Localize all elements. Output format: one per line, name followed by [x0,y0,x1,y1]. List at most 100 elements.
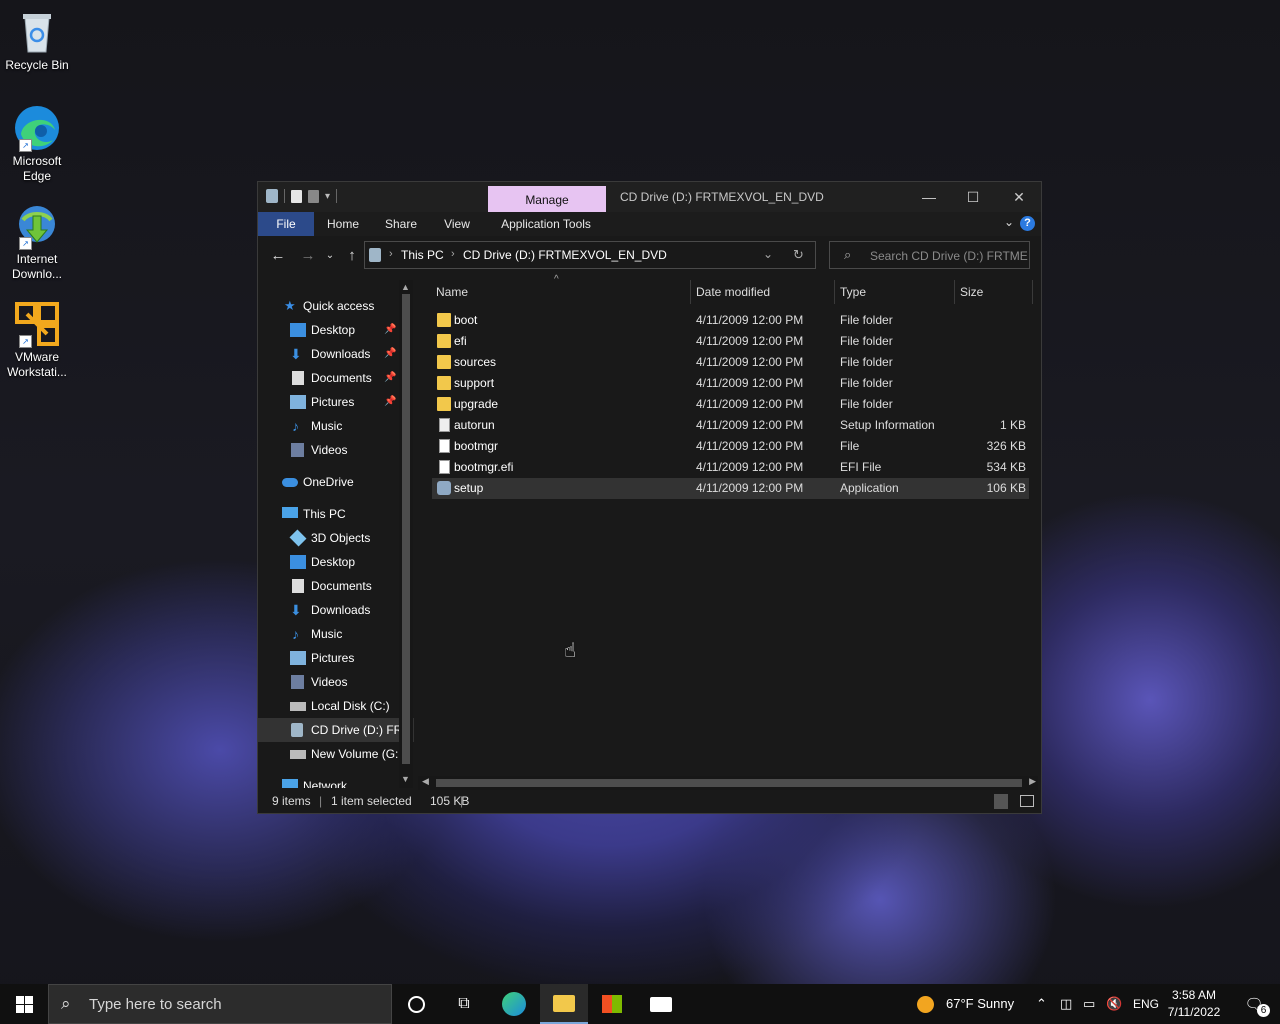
nav-network[interactable]: Network [258,774,414,788]
tab-share[interactable]: Share [376,212,426,236]
scroll-up-icon[interactable]: ▲ [401,282,410,292]
scroll-down-icon[interactable]: ▼ [401,774,410,784]
back-button[interactable]: ← [268,247,288,264]
file-row[interactable]: boot 4/11/2009 12:00 PM File folder [432,310,1029,331]
desktop-icon-vmware-workstation[interactable]: ↗ VMware Workstati... [4,300,70,380]
desktop-icon-internet-download-manager[interactable]: ↗ Internet Downlo... [4,202,70,282]
tab-file[interactable]: File [258,212,314,236]
scroll-right-icon[interactable]: ▶ [1029,776,1036,787]
edge-icon [502,992,526,1016]
file-row[interactable]: support 4/11/2009 12:00 PM File folder [432,373,1029,394]
nav-onedrive[interactable]: OneDrive [258,470,414,494]
nav-local-disk-c[interactable]: Local Disk (C:) [258,694,414,718]
column-header-name[interactable]: Name [436,280,468,304]
weather-text[interactable]: 67°F Sunny [946,984,1014,1024]
column-divider[interactable] [954,280,955,304]
large-icons-view-icon[interactable] [1020,795,1034,807]
cortana-button[interactable] [392,984,440,1024]
horizontal-scrollbar[interactable]: ◀ ▶ [418,776,1038,790]
clock[interactable]: 3:58 AM 7/11/2022 [1164,987,1224,1021]
breadcrumb-cd-drive[interactable]: CD Drive (D:) FRTMEXVOL_EN_DVD [463,248,667,262]
nav-quick-downloads[interactable]: ⬇ Downloads 📌 [258,342,414,366]
file-row[interactable]: sources 4/11/2009 12:00 PM File folder [432,352,1029,373]
network-icon[interactable]: ▭ [1083,984,1095,1024]
expand-ribbon-icon[interactable]: ⌄ [1004,215,1014,229]
address-bar[interactable]: › This PC › CD Drive (D:) FRTMEXVOL_EN_D… [364,241,816,269]
help-icon[interactable]: ? [1020,216,1035,231]
search-box[interactable]: ⌕ Search CD Drive (D:) FRTMEX... [829,241,1030,269]
volume-muted-icon[interactable]: 🔇 [1106,984,1122,1024]
notification-center-button[interactable]: 🗨 6 [1230,984,1278,1024]
address-dropdown-icon[interactable]: ⌄ [763,247,773,261]
meet-now-icon[interactable]: ◫ [1060,984,1072,1024]
close-button[interactable]: ✕ [996,182,1042,212]
details-view-icon[interactable] [994,794,1008,809]
nav-music[interactable]: ♪ Music [258,622,414,646]
file-row[interactable]: bootmgr 4/11/2009 12:00 PM File 326 KB [432,436,1029,457]
nav-downloads[interactable]: ⬇ Downloads [258,598,414,622]
scroll-left-icon[interactable]: ◀ [422,776,429,787]
taskbar-search-box[interactable]: ⌕ Type here to search [48,984,392,1024]
file-row-selected[interactable]: setup 4/11/2009 12:00 PM Application 106… [432,478,1029,499]
title-bar[interactable]: ▾ Manage CD Drive (D:) FRTMEXVOL_EN_DVD … [258,182,1041,212]
nav-quick-pictures[interactable]: Pictures 📌 [258,390,414,414]
start-button[interactable] [0,984,48,1024]
nav-videos[interactable]: Videos [258,670,414,694]
column-header-date-modified[interactable]: Date modified [696,280,770,304]
nav-documents[interactable]: Documents [258,574,414,598]
taskbar-store[interactable] [588,984,636,1024]
download-icon: ⬇ [290,602,302,618]
column-header-type[interactable]: Type [840,280,866,304]
up-button[interactable]: ↑ [342,247,362,264]
nav-new-volume-g[interactable]: New Volume (G: [258,742,414,766]
minimize-button[interactable]: — [906,182,952,212]
task-view-button[interactable]: ⧉ [440,984,488,1024]
search-input[interactable]: Search CD Drive (D:) FRTMEX... [870,249,1028,263]
weather-icon[interactable] [917,984,934,1024]
desktop-icon-recycle-bin[interactable]: Recycle Bin [4,8,70,73]
scrollbar-thumb[interactable] [436,779,1022,787]
properties-icon[interactable] [291,189,302,203]
desktop-icon-label: Downlo... [11,267,63,281]
column-divider[interactable] [690,280,691,304]
desktop-icon-label: Microsoft [12,154,62,168]
tab-view[interactable]: View [434,212,480,236]
customize-toolbar-icon[interactable]: ▾ [325,191,330,202]
recent-locations-button[interactable]: ⌄ [320,250,340,261]
file-row[interactable]: upgrade 4/11/2009 12:00 PM File folder [432,394,1029,415]
nav-3d-objects[interactable]: 3D Objects [258,526,414,550]
nav-this-pc[interactable]: This PC [258,502,414,526]
forward-button[interactable]: → [298,247,318,264]
taskbar-file-explorer[interactable] [540,984,588,1024]
file-row[interactable]: autorun 4/11/2009 12:00 PM Setup Informa… [432,415,1029,436]
file-row[interactable]: efi 4/11/2009 12:00 PM File folder [432,331,1029,352]
file-row[interactable]: bootmgr.efi 4/11/2009 12:00 PM EFI File … [432,457,1029,478]
maximize-button[interactable]: ☐ [950,182,996,212]
tab-manage[interactable]: Manage [488,186,606,212]
nav-quick-documents[interactable]: Documents 📌 [258,366,414,390]
nav-quick-access[interactable]: ★ Quick access [258,294,414,318]
new-folder-icon[interactable] [308,189,319,203]
tab-home[interactable]: Home [318,212,368,236]
show-hidden-icons-icon[interactable]: ⌃ [1036,984,1047,1024]
language-indicator[interactable]: ENG [1133,984,1159,1024]
nav-quick-desktop[interactable]: Desktop 📌 [258,318,414,342]
nav-pane-scrollbar[interactable]: ▲ ▼ [399,280,413,788]
nav-desktop[interactable]: Desktop [258,550,414,574]
breadcrumb-this-pc[interactable]: This PC [401,248,444,262]
file-date: 4/11/2009 12:00 PM [696,460,804,474]
column-divider[interactable] [834,280,835,304]
column-header-size[interactable]: Size [960,280,983,304]
nav-quick-music[interactable]: ♪ Music [258,414,414,438]
taskbar-edge[interactable] [490,984,538,1024]
taskbar-mail[interactable] [637,984,685,1024]
nav-pictures[interactable]: Pictures [258,646,414,670]
refresh-icon[interactable]: ↻ [793,247,804,263]
taskbar-search-input[interactable]: Type here to search [89,996,222,1013]
nav-quick-videos[interactable]: Videos [258,438,414,462]
desktop-icon-edge[interactable]: ↗ Microsoft Edge [4,104,70,184]
tab-application-tools[interactable]: Application Tools [494,212,598,236]
nav-cd-drive-d[interactable]: CD Drive (D:) FRT [258,718,414,742]
scrollbar-thumb[interactable] [402,294,410,764]
column-divider[interactable] [1032,280,1033,304]
